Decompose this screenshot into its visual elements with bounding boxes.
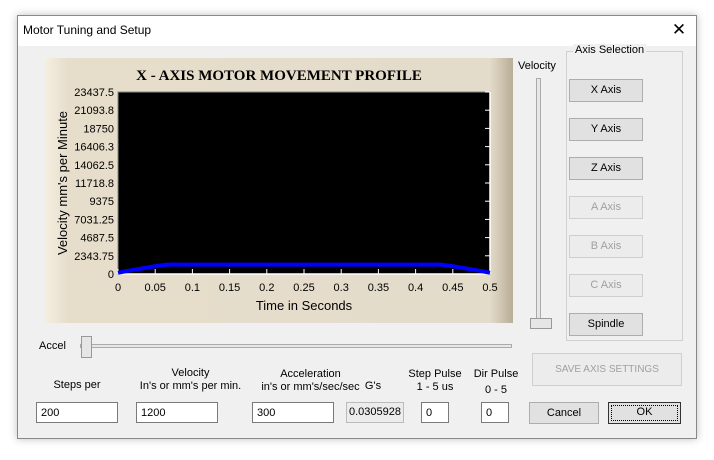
save-axis-settings-button[interactable]: SAVE AXIS SETTINGS xyxy=(532,353,682,386)
axis-button-c-axis[interactable]: C Axis xyxy=(569,274,643,297)
axis-button-z-axis[interactable]: Z Axis xyxy=(569,157,643,180)
steps-label: Steps per xyxy=(53,379,101,391)
close-icon[interactable]: ✕ xyxy=(666,19,692,41)
dir-pulse-input[interactable] xyxy=(481,402,509,423)
step-pulse-label: Step Pulse xyxy=(408,368,462,380)
y-tick-label: 18750 xyxy=(83,123,114,135)
accel-slider-track xyxy=(80,344,512,348)
motor-profile-chart: X - AXIS MOTOR MOVEMENT PROFILE 23437.5 21… xyxy=(45,58,513,323)
axis-button-x-axis[interactable]: X Axis xyxy=(569,79,643,102)
acceleration-input[interactable] xyxy=(252,402,334,423)
step-pulse-input[interactable] xyxy=(421,402,449,423)
chart-title: X - AXIS MOTOR MOVEMENT PROFILE xyxy=(136,68,422,84)
x-tick-label: 0.35 xyxy=(368,282,389,294)
x-tick-label: 0.4 xyxy=(408,282,423,294)
axis-selection-group: Axis Selection X Axis Y Axis Z Axis A Axis B… xyxy=(566,44,683,341)
y-axis-label: Velocity mm's per Minute xyxy=(55,111,70,255)
title-bar: Motor Tuning and Setup ✕ xyxy=(18,16,696,46)
y-tick-label: 4687.5 xyxy=(80,233,114,245)
axis-button-y-axis[interactable]: Y Axis xyxy=(569,118,643,141)
x-tick-label: 0.2 xyxy=(259,282,274,294)
velocity-slider-label: Velocity xyxy=(518,60,556,72)
accel-slider-thumb[interactable] xyxy=(81,336,92,358)
y-tick-label: 9375 xyxy=(90,196,114,208)
x-tick-label: 0.5 xyxy=(482,282,497,294)
chart-svg: X - AXIS MOTOR MOVEMENT PROFILE 23437.5 21… xyxy=(55,68,498,313)
axis-button-b-axis[interactable]: B Axis xyxy=(569,235,643,258)
velocity-input[interactable] xyxy=(136,402,218,423)
y-tick-label: 7031.25 xyxy=(74,214,114,226)
x-tick-label: 0.45 xyxy=(442,282,463,294)
cancel-button[interactable]: Cancel xyxy=(529,402,599,424)
x-tick-label: 0.05 xyxy=(144,282,165,294)
velocity-slider-thumb[interactable] xyxy=(530,318,552,329)
x-tick-label: 0.1 xyxy=(185,282,200,294)
y-tick-label: 2343.75 xyxy=(74,251,114,263)
axis-button-a-axis[interactable]: A Axis xyxy=(569,196,643,219)
y-tick-label: 21093.8 xyxy=(74,105,114,117)
dir-pulse-sublabel: 0 - 5 xyxy=(484,384,507,396)
accel-slider[interactable] xyxy=(80,336,512,358)
step-pulse-sublabel: 1 - 5 us xyxy=(416,381,454,393)
x-tick-label: 0.3 xyxy=(334,282,349,294)
y-tick-label: 14062.5 xyxy=(74,160,114,172)
gs-label: G's xyxy=(364,380,382,392)
ok-button[interactable]: OK xyxy=(608,402,681,424)
axis-selection-title: Axis Selection xyxy=(573,44,647,56)
dialog-window: Motor Tuning and Setup ✕ X - AXIS MOTOR … xyxy=(17,15,697,439)
x-tick-label: 0.15 xyxy=(219,282,240,294)
axis-button-spindle[interactable]: Spindle xyxy=(569,313,643,336)
y-tick-label: 16406.3 xyxy=(74,142,114,154)
steps-input[interactable] xyxy=(36,402,118,423)
x-axis-label: Time in Seconds xyxy=(256,298,353,313)
y-tick-label: 11718.8 xyxy=(75,178,114,190)
velocity-slider-track xyxy=(536,78,541,328)
gs-value: 0.0305928 xyxy=(346,402,404,423)
x-tick-label: 0.25 xyxy=(293,282,314,294)
y-tick-label: 0 xyxy=(108,269,114,281)
dir-pulse-label: Dir Pulse xyxy=(473,368,519,380)
velocity-slider[interactable] xyxy=(530,78,552,330)
window-title: Motor Tuning and Setup xyxy=(23,23,152,37)
accel-slider-label: Accel xyxy=(39,340,66,352)
plot-area xyxy=(117,91,491,275)
x-tick-label: 0 xyxy=(115,282,121,294)
y-tick-label: 23437.5 xyxy=(74,87,114,99)
